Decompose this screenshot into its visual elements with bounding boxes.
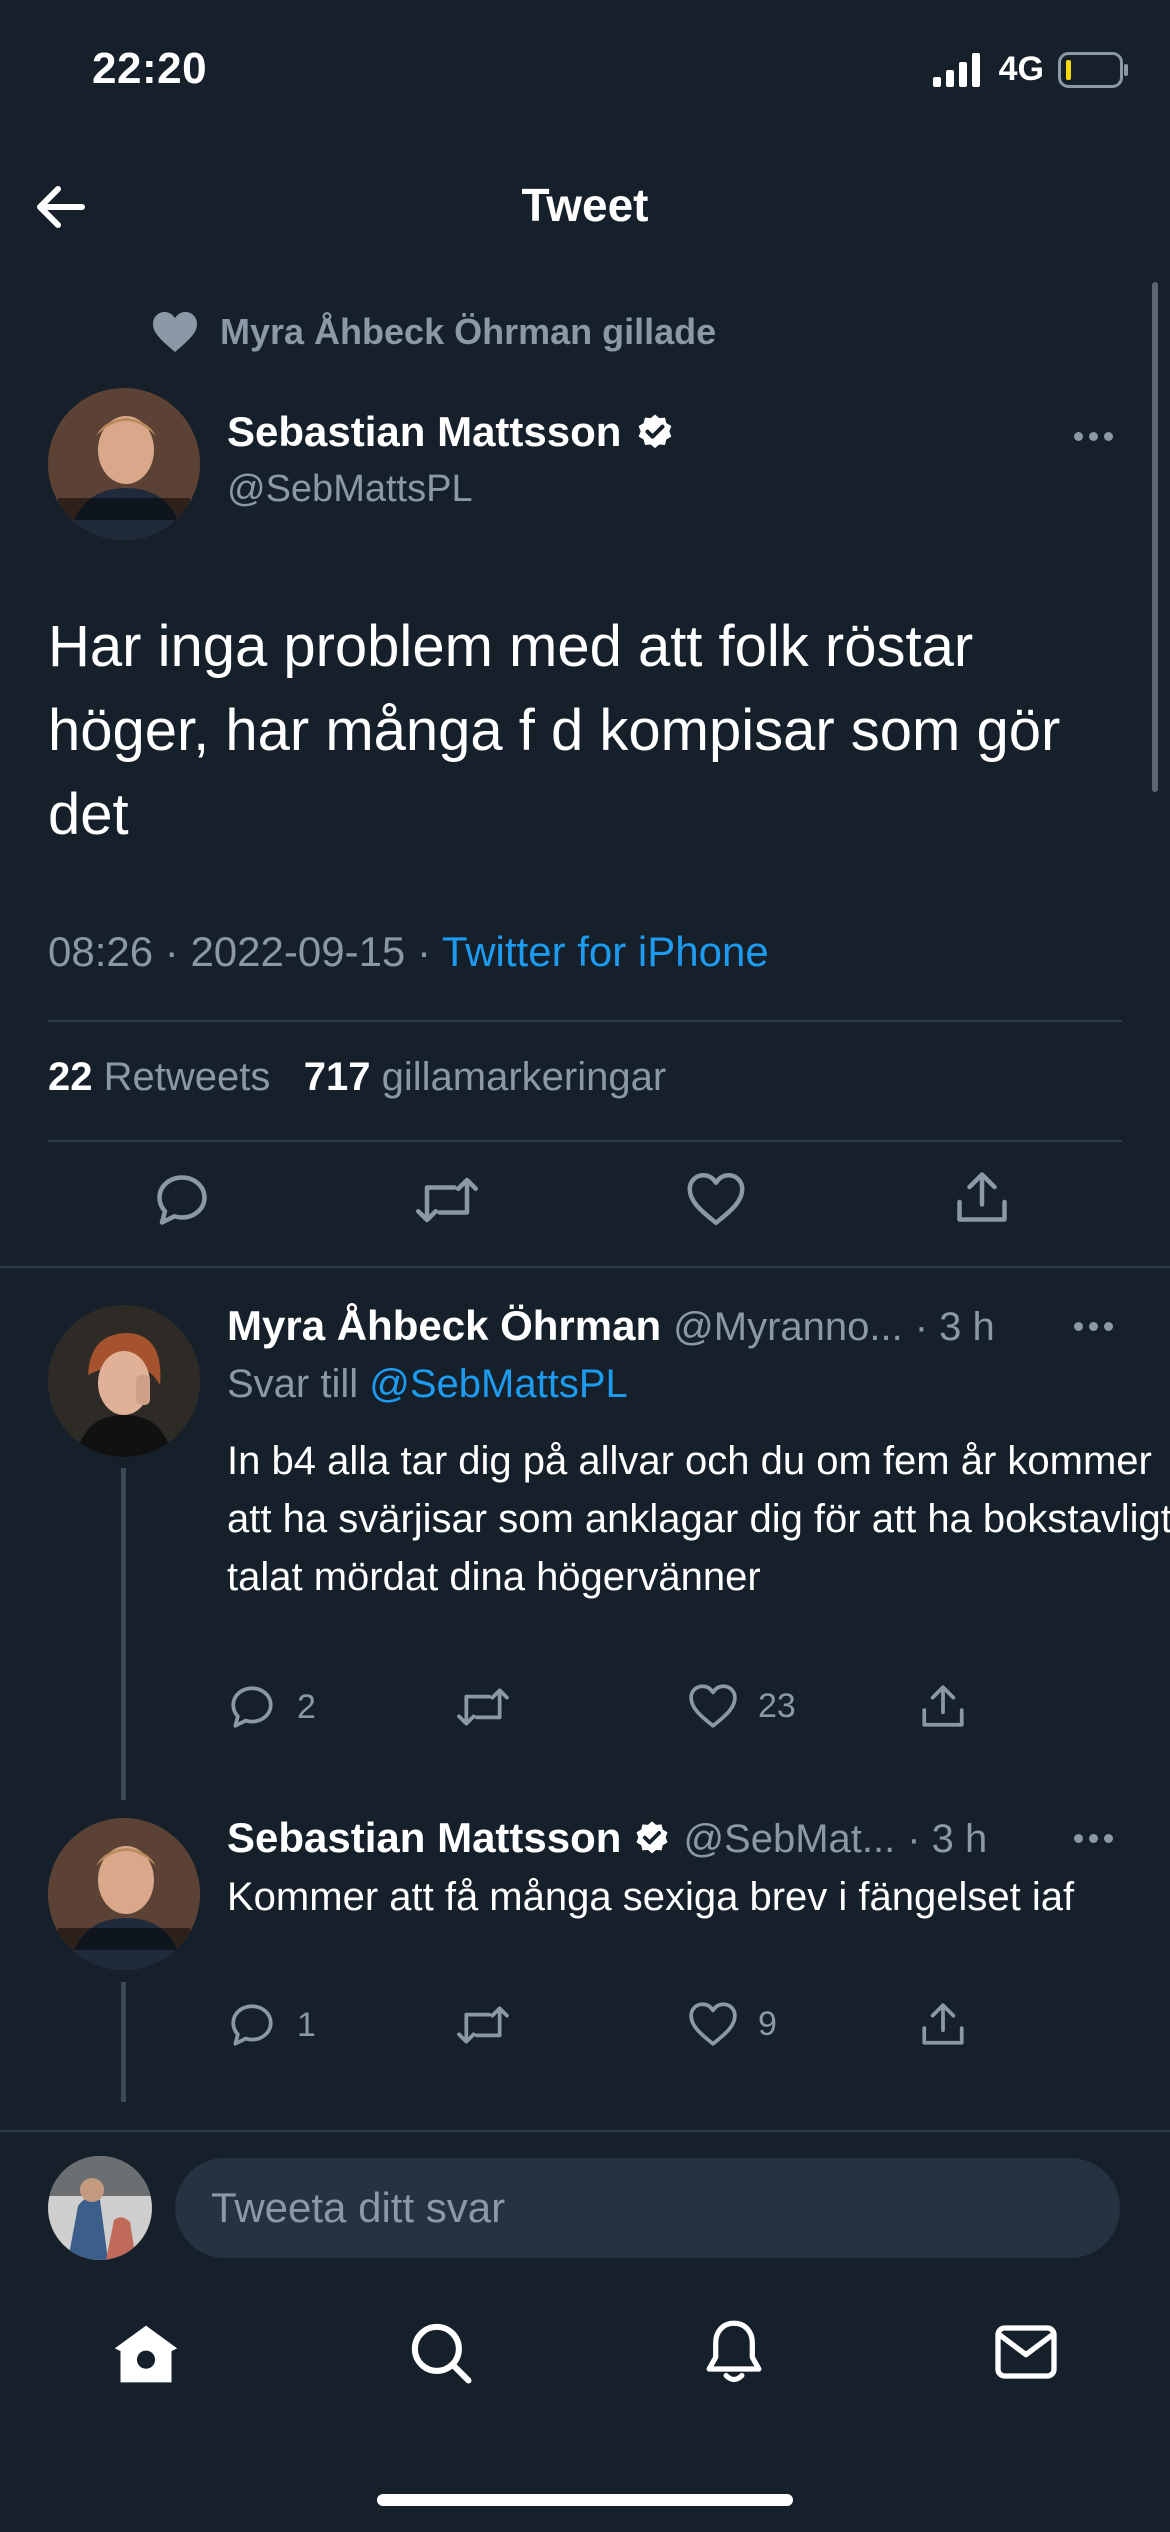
retweets-stat[interactable]: 22 Retweets [48,1055,270,1099]
share-icon [957,1172,1007,1222]
scrollbar[interactable] [1152,282,1158,792]
retweet-icon [416,1177,478,1223]
reply-like-button[interactable]: 23 [688,1682,796,1730]
avatar[interactable] [48,388,200,540]
reply-share-button[interactable] [918,1998,968,2050]
status-indicators: 4G [932,50,1130,89]
reply-icon [157,1175,207,1225]
retweet-button[interactable] [414,1170,480,1230]
network-type: 4G [998,50,1044,88]
tweet-text: Har inga problem med att folk röstar hög… [48,614,1061,847]
reply-reply-button[interactable]: 2 [227,1682,316,1732]
more-icon[interactable] [1074,432,1113,441]
heart-outline-icon [689,1684,737,1728]
divider [48,1140,1122,1142]
search-icon [411,2323,472,2384]
thread-line [121,1982,126,2102]
reply-share-button[interactable] [918,1680,968,1732]
tweet-date: 2022-09-15 [190,928,406,975]
retweet-icon [457,1688,509,1726]
retweets-count: 22 [48,1055,93,1099]
share-button[interactable] [952,1166,1012,1228]
likes-stat[interactable]: 717 gillamarkeringar [304,1055,666,1099]
divider [0,2130,1170,2132]
like-count: 9 [758,2004,777,2043]
reply-author-name: Sebastian Mattsson [227,1814,622,1861]
author-name: Sebastian Mattsson [227,408,622,455]
own-avatar[interactable] [48,2156,152,2260]
nav-search[interactable] [408,2320,474,2386]
home-icon [114,2325,178,2383]
page-title: Tweet [521,179,649,231]
heart-icon [153,312,197,352]
reply-input[interactable]: Tweeta ditt svar [175,2158,1120,2258]
likes-count: 717 [303,1055,371,1099]
reply-to-line: Svar till @SebMattsPL [227,1362,628,1407]
avatar-image [48,1818,200,1970]
meta-separator: · [416,928,431,975]
like-count: 23 [758,1686,796,1725]
tweet-source-link[interactable]: Twitter for iPhone [442,928,769,975]
heart-outline-icon [687,1173,745,1225]
share-icon [922,1685,964,1727]
liked-by-text: Myra Åhbeck Öhrman gillade [220,311,717,352]
reply-to-label: Svar till [227,1362,359,1406]
author-handle[interactable]: @SebMattsPL [227,468,473,511]
more-icon[interactable] [1074,1322,1113,1331]
thread-line [121,1468,126,1800]
reply-retweet-button[interactable] [455,1682,511,1732]
verified-icon [639,414,672,449]
reply-like-button[interactable]: 9 [688,2000,777,2048]
tweet-meta: 08:26 · 2022-09-15 · Twitter for iPhone [48,928,769,976]
reply-retweet-button[interactable] [455,2000,511,2050]
share-icon [922,2003,964,2045]
heart-outline-icon [689,2002,737,2046]
meta-separator: · [164,928,179,975]
reply-reply-button[interactable]: 1 [227,2000,316,2050]
reply-count: 1 [297,2005,316,2044]
reply-age: · 3 h [914,1305,995,1349]
reply-author-handle: @SebMat... [683,1817,896,1861]
reply-author-name: Myra Åhbeck Öhrman [227,1302,662,1349]
retweets-label: Retweets [103,1055,271,1099]
battery-icon [1058,51,1128,88]
bell-icon [706,2320,762,2383]
more-icon[interactable] [1074,1834,1113,1843]
avatar-image [48,1305,200,1457]
reply-button[interactable] [152,1170,212,1230]
signal-icon [932,52,980,87]
reply-count: 2 [297,1687,316,1726]
divider [48,1020,1122,1022]
reply-text: In b4 alla tar dig på allvar och du om f… [227,1439,1170,1599]
nav-notifications[interactable] [702,2318,766,2386]
reply-avatar[interactable] [48,1305,200,1457]
liked-by-context[interactable]: Myra Åhbeck Öhrman gillade [150,310,716,354]
reply-avatar[interactable] [48,1818,200,1970]
divider [0,1266,1170,1268]
mail-icon [995,2325,1057,2379]
reply-icon [231,1686,273,1728]
status-time: 22:20 [92,44,208,93]
reply-author-handle: @Myranno... [673,1305,903,1349]
tweet-actions [0,1170,1170,1240]
nav-home[interactable] [112,2322,180,2386]
likes-label: gillamarkeringar [381,1055,667,1099]
retweet-icon [457,2006,509,2044]
reply-age: · 3 h [907,1817,988,1861]
reply-to-handle[interactable]: @SebMattsPL [369,1362,628,1406]
nav-messages[interactable] [994,2324,1058,2380]
reply-header[interactable]: Myra Åhbeck Öhrman @Myranno... · 3 h [227,1302,1087,1350]
reply-icon [231,2004,273,2046]
reply-text: Kommer att få många sexiga brev i fängel… [227,1875,1075,1919]
home-indicator[interactable] [377,2494,793,2506]
avatar-image [48,2156,152,2260]
author-block[interactable]: Sebastian Mattsson [227,408,675,456]
avatar-image [48,388,200,540]
like-button[interactable] [686,1170,746,1228]
reply-header[interactable]: Sebastian Mattsson @SebMat... · 3 h [227,1814,1087,1862]
verified-icon [636,1821,668,1854]
tweet-time: 08:26 [48,928,154,975]
tweet-stats: 22 Retweets 717 gillamarkeringar [48,1055,666,1100]
